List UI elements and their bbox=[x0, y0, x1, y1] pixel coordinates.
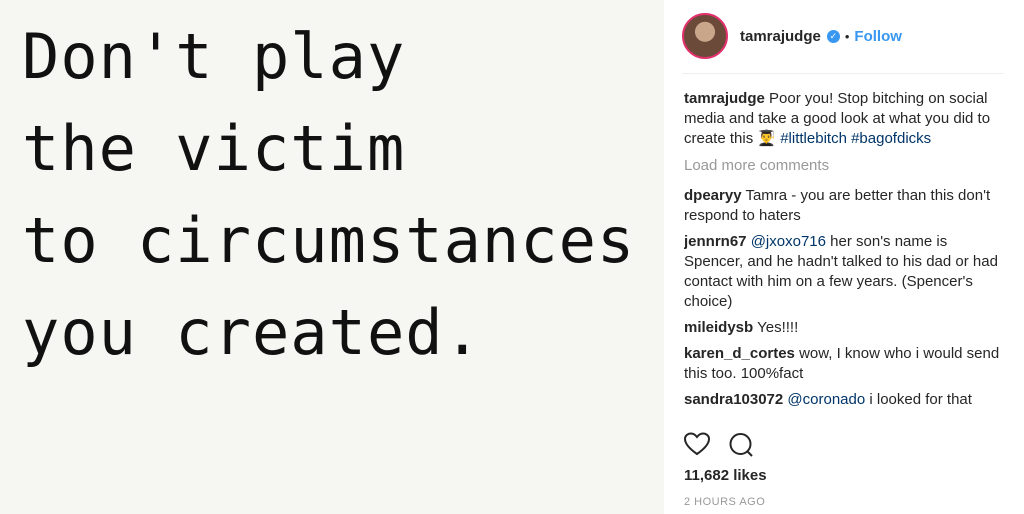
timestamp: 2 HOURS AGO bbox=[684, 496, 766, 508]
post-sidebar: tamrajudge ✓ • Follow tamrajudge Poor yo… bbox=[664, 0, 1024, 514]
quote-line: you created. bbox=[22, 296, 482, 369]
divider bbox=[682, 73, 1004, 74]
caption-username[interactable]: tamrajudge bbox=[684, 90, 765, 107]
verified-badge-icon: ✓ bbox=[826, 29, 840, 43]
hashtag-link[interactable]: #littlebitch bbox=[780, 130, 847, 147]
comment-text: i looked for that bbox=[869, 391, 972, 408]
comment-icon[interactable] bbox=[728, 432, 754, 463]
avatar[interactable] bbox=[682, 13, 728, 59]
comments-list[interactable]: tamrajudge Poor you! Stop bitching on so… bbox=[684, 89, 1004, 420]
list-item: sandra103072 @coronado i looked for that bbox=[684, 390, 1004, 410]
quote-line: to circumstances bbox=[22, 204, 636, 277]
list-item: mileidysb Yes!!!! bbox=[684, 318, 1004, 338]
quote-line: the victim bbox=[22, 112, 406, 185]
separator-dot: • bbox=[844, 28, 850, 44]
comment-username[interactable]: dpearyy bbox=[684, 187, 742, 204]
heart-icon[interactable] bbox=[683, 432, 711, 463]
post-header: tamrajudge ✓ • Follow bbox=[682, 4, 1004, 68]
load-more-comments-button[interactable]: Load more comments bbox=[684, 156, 1004, 176]
follow-button[interactable]: Follow bbox=[854, 28, 902, 45]
comment-username[interactable]: sandra103072 bbox=[684, 391, 783, 408]
action-bar bbox=[683, 432, 754, 463]
list-item: dpearyy Tamra - you are better than this… bbox=[684, 186, 1004, 226]
like-count[interactable]: 11,682 likes bbox=[684, 467, 767, 484]
hashtag-link[interactable]: #bagofdicks bbox=[851, 130, 931, 147]
mention-link[interactable]: @jxoxo716 bbox=[751, 233, 826, 250]
list-item: karen_d_cortes wow, I know who i would s… bbox=[684, 344, 1004, 384]
post-image: Don't play the victim to circumstances y… bbox=[0, 0, 664, 514]
comment-text: Yes!!!! bbox=[757, 319, 799, 336]
header-username[interactable]: tamrajudge bbox=[740, 28, 821, 45]
comment-username[interactable]: karen_d_cortes bbox=[684, 345, 795, 362]
caption: tamrajudge Poor you! Stop bitching on so… bbox=[684, 89, 1004, 149]
mention-link[interactable]: @coronado bbox=[787, 391, 865, 408]
comment-username[interactable]: jennrn67 bbox=[684, 233, 747, 250]
list-item: jennrn67 @jxoxo716 her son's name is Spe… bbox=[684, 232, 1004, 312]
quote-line: Don't play bbox=[22, 20, 406, 93]
comment-username[interactable]: mileidysb bbox=[684, 319, 753, 336]
